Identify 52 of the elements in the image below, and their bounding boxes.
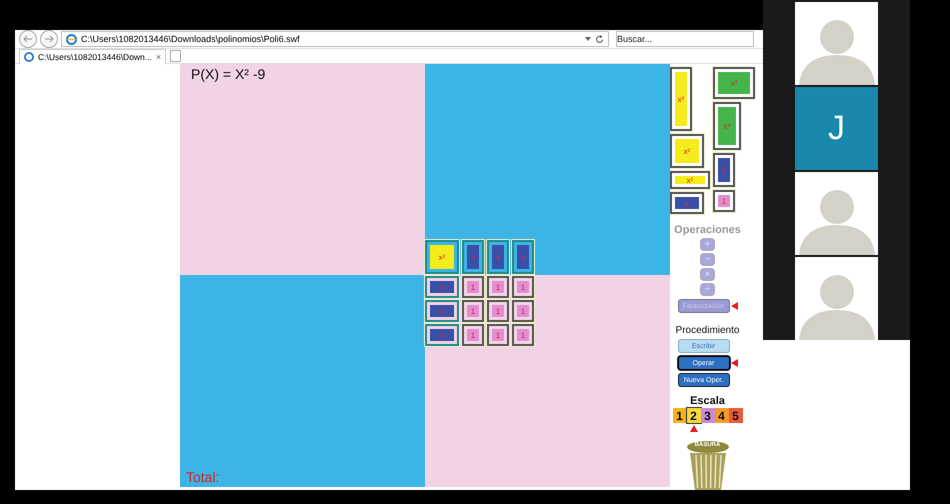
- participant-tile[interactable]: J: [795, 87, 878, 170]
- x-tile[interactable]: x: [487, 240, 509, 274]
- forward-button[interactable]: [40, 30, 58, 48]
- unit-tile[interactable]: 1: [462, 300, 484, 322]
- unit-tile[interactable]: 1: [713, 190, 735, 212]
- x-squared-tile[interactable]: x²: [425, 240, 459, 274]
- polynomial-text: P(X) = X² -9: [191, 66, 266, 82]
- search-field[interactable]: Buscar...: [616, 31, 754, 47]
- scale-option[interactable]: 3: [700, 408, 714, 423]
- x-squared-tile[interactable]: x²: [670, 67, 692, 131]
- close-icon[interactable]: ×: [156, 52, 162, 62]
- x-cubed-tile[interactable]: x³: [713, 67, 755, 99]
- address-field[interactable]: C:\Users\1082013446\Downloads\polinomios\Poli6.swf: [81, 34, 581, 44]
- unit-tile[interactable]: 1: [487, 276, 509, 298]
- scale-heading: Escala: [690, 395, 725, 407]
- unit-tile[interactable]: 1: [487, 324, 509, 346]
- refresh-icon[interactable]: [595, 34, 604, 44]
- unit-tile[interactable]: 1: [487, 300, 509, 322]
- x-tile[interactable]: x: [512, 240, 534, 274]
- unit-tile[interactable]: 1: [512, 276, 534, 298]
- dropdown-icon[interactable]: [585, 37, 591, 41]
- pointer-icon: [690, 425, 698, 432]
- unit-tile[interactable]: 1: [512, 324, 534, 346]
- new-tab-icon[interactable]: [170, 50, 182, 62]
- x-tile[interactable]: x: [462, 240, 484, 274]
- unit-tile[interactable]: 1: [462, 324, 484, 346]
- participant-tile[interactable]: [795, 172, 878, 255]
- back-arrow-icon: [23, 35, 33, 43]
- back-button[interactable]: [19, 30, 37, 48]
- scale-option[interactable]: 4: [714, 408, 728, 423]
- address-bar[interactable]: C:\Users\1082013446\Downloads\polinomios\Poli6.swf: [61, 31, 609, 47]
- x-tile[interactable]: x: [713, 153, 735, 187]
- unit-tile[interactable]: 1: [462, 276, 484, 298]
- x-tile[interactable]: x: [670, 192, 704, 214]
- forward-arrow-icon: [44, 35, 54, 43]
- scale-option[interactable]: 1: [672, 408, 686, 423]
- x-tile[interactable]: x: [425, 324, 459, 346]
- x-tile[interactable]: x: [425, 276, 459, 298]
- operations-heading: Operaciones: [674, 224, 741, 236]
- x-cubed-tile[interactable]: x³: [713, 102, 741, 150]
- participant-tile[interactable]: [795, 2, 878, 85]
- x-squared-tile[interactable]: x²: [670, 134, 704, 168]
- x-tile[interactable]: x: [425, 300, 459, 322]
- x-squared-tile[interactable]: x²: [670, 171, 710, 189]
- browser-tab[interactable]: C:\Users\1082013446\Down... ×: [19, 48, 166, 64]
- procedure-heading: Procedimiento: [676, 325, 740, 336]
- scale-option[interactable]: 5: [728, 408, 742, 423]
- total-label: Total:: [186, 469, 220, 485]
- globe-icon: [66, 34, 77, 44]
- unit-tile[interactable]: 1: [512, 300, 534, 322]
- globe-icon: [24, 52, 34, 62]
- participant-tile[interactable]: [795, 257, 878, 340]
